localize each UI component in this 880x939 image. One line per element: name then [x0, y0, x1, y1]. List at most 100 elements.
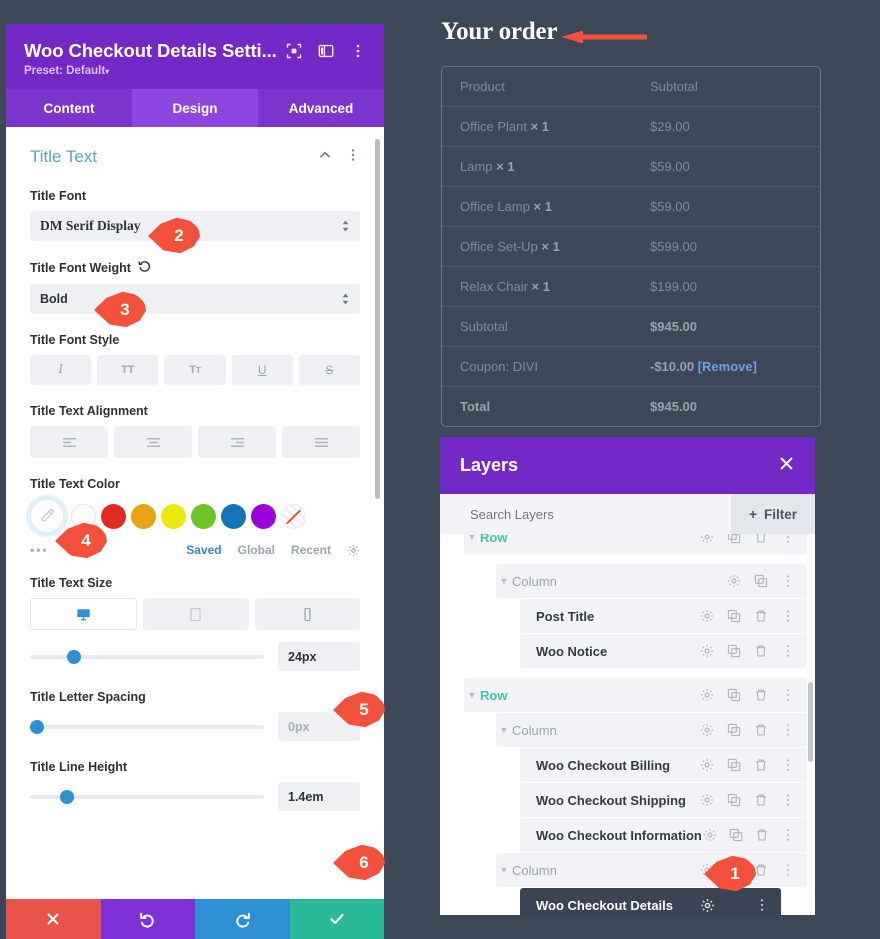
color-swatch-purple[interactable]	[251, 503, 276, 529]
device-tablet-button[interactable]	[143, 598, 249, 630]
gear-icon[interactable]	[703, 828, 717, 842]
gear-icon[interactable]	[700, 793, 714, 807]
layers-scrollbar[interactable]	[808, 682, 813, 762]
color-swatch-blue[interactable]	[221, 503, 246, 529]
list-item[interactable]: Woo Notice	[520, 634, 807, 668]
more-vertical-icon[interactable]	[781, 574, 795, 588]
list-item[interactable]: Post Title	[520, 599, 807, 633]
gear-icon[interactable]	[347, 544, 360, 557]
slider-knob[interactable]	[67, 649, 82, 664]
undo-button[interactable]	[100, 899, 195, 939]
chevron-down-icon[interactable]: ▼	[496, 576, 512, 586]
list-item[interactable]: Woo Checkout Billing	[520, 748, 807, 782]
align-center-icon[interactable]	[114, 426, 192, 458]
color-tab-recent[interactable]: Recent	[291, 543, 331, 557]
duplicate-icon[interactable]	[727, 688, 741, 702]
trash-icon[interactable]	[754, 688, 768, 702]
more-vertical-icon[interactable]	[781, 758, 795, 772]
more-vertical-icon[interactable]	[346, 148, 360, 167]
trash-icon[interactable]	[754, 534, 768, 544]
chevron-up-icon[interactable]	[318, 148, 332, 167]
more-vertical-icon[interactable]	[755, 898, 769, 912]
align-justify-icon[interactable]	[282, 426, 360, 458]
slider-knob[interactable]	[60, 789, 75, 804]
list-item[interactable]: ▼ Row	[464, 678, 807, 712]
trash-icon[interactable]	[754, 793, 768, 807]
trash-icon[interactable]	[754, 644, 768, 658]
split-view-icon[interactable]	[318, 43, 334, 59]
align-right-icon[interactable]	[198, 426, 276, 458]
more-vertical-icon[interactable]	[781, 828, 795, 842]
trash-icon[interactable]	[754, 723, 768, 737]
more-vertical-icon[interactable]	[781, 723, 795, 737]
trash-icon[interactable]	[754, 609, 768, 623]
more-vertical-icon[interactable]	[350, 43, 366, 59]
title-font-weight-select[interactable]: Bold	[30, 284, 360, 314]
title-line-height-value[interactable]: 1.4em	[278, 782, 360, 811]
chevron-down-icon[interactable]: ▼	[496, 725, 512, 735]
gear-icon[interactable]	[700, 609, 714, 623]
chevron-down-icon[interactable]: ▼	[464, 690, 480, 700]
gear-icon[interactable]	[700, 688, 714, 702]
more-vertical-icon[interactable]	[781, 688, 795, 702]
device-phone-button[interactable]	[254, 598, 360, 630]
chevron-down-icon[interactable]: ▼	[496, 865, 512, 875]
chevron-down-icon[interactable]: ▼	[464, 534, 480, 542]
title-line-height-slider[interactable]	[30, 789, 264, 804]
list-item[interactable]: Woo Checkout Information	[520, 818, 807, 852]
reset-icon[interactable]	[138, 260, 151, 276]
expand-icon[interactable]	[286, 43, 302, 59]
color-tab-saved[interactable]: Saved	[186, 543, 221, 557]
strikethrough-button[interactable]: S	[298, 355, 361, 385]
color-swatch-green[interactable]	[191, 503, 216, 529]
more-vertical-icon[interactable]	[781, 609, 795, 623]
save-button[interactable]	[289, 899, 384, 939]
duplicate-icon[interactable]	[727, 758, 741, 772]
title-text-size-value[interactable]: 24px	[278, 642, 360, 671]
search-input[interactable]	[470, 506, 732, 522]
gear-icon[interactable]	[700, 534, 714, 544]
italic-button[interactable]: I	[30, 355, 92, 385]
list-item[interactable]: ▼ Row	[464, 534, 807, 554]
uppercase-button[interactable]: TT	[97, 355, 159, 385]
redo-button[interactable]	[195, 899, 290, 939]
gear-icon[interactable]	[700, 723, 714, 737]
tab-content[interactable]: Content	[6, 89, 132, 127]
more-vertical-icon[interactable]	[781, 644, 795, 658]
color-tab-global[interactable]: Global	[238, 543, 275, 557]
list-item[interactable]: ▼ Column	[496, 713, 807, 747]
remove-coupon-link[interactable]: [Remove]	[698, 359, 757, 374]
filter-button[interactable]: + Filter	[731, 494, 815, 534]
gear-icon[interactable]	[700, 644, 714, 658]
align-left-icon[interactable]	[30, 426, 108, 458]
list-item[interactable]: ▼ Column	[496, 564, 807, 598]
cancel-button[interactable]	[6, 899, 101, 939]
gear-icon[interactable]	[727, 574, 741, 588]
device-desktop-button[interactable]	[30, 598, 138, 630]
trash-icon[interactable]	[754, 758, 768, 772]
list-item[interactable]: ▼ Column	[496, 853, 807, 887]
preset-selector[interactable]: Preset: Default▾	[24, 65, 366, 77]
duplicate-icon[interactable]	[754, 574, 768, 588]
color-swatch-yellow[interactable]	[161, 503, 186, 529]
title-text-size-slider[interactable]	[30, 649, 264, 664]
trash-icon[interactable]	[755, 828, 769, 842]
duplicate-icon[interactable]	[727, 609, 741, 623]
duplicate-icon[interactable]	[727, 644, 741, 658]
more-vertical-icon[interactable]	[781, 534, 795, 544]
more-vertical-icon[interactable]	[781, 863, 795, 877]
more-vertical-icon[interactable]	[781, 793, 795, 807]
slider-knob[interactable]	[30, 719, 44, 734]
color-swatch-transparent[interactable]	[281, 503, 306, 529]
duplicate-icon[interactable]	[727, 793, 741, 807]
underline-button[interactable]: U	[231, 355, 293, 385]
settings-scrollbar[interactable]	[375, 139, 380, 499]
gear-icon[interactable]	[700, 758, 714, 772]
trash-icon[interactable]	[754, 863, 768, 877]
close-icon[interactable]	[778, 455, 795, 477]
color-swatch-orange[interactable]	[131, 503, 156, 529]
list-item[interactable]: Woo Checkout Shipping	[520, 783, 807, 817]
duplicate-icon[interactable]	[729, 828, 743, 842]
tab-design[interactable]: Design	[132, 89, 258, 127]
title-letter-spacing-slider[interactable]	[30, 719, 264, 734]
